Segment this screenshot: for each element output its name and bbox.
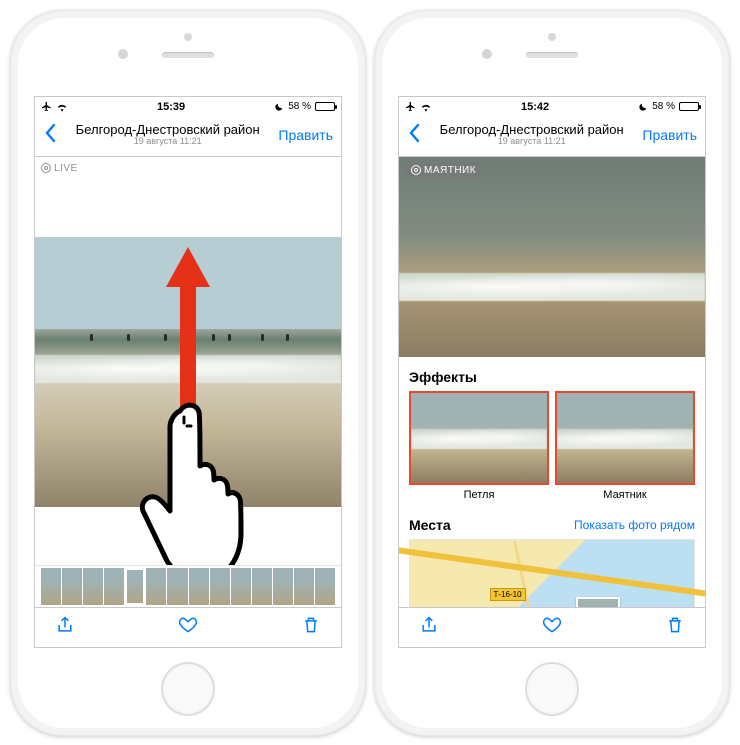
live-badge: LIVE — [41, 163, 78, 174]
photo-strip[interactable] — [35, 565, 341, 607]
live-icon — [411, 165, 421, 175]
screen-left: 15:39 58 % Белгород-Днестровский район 1… — [34, 96, 342, 648]
strip-thumb[interactable] — [167, 568, 187, 605]
strip-thumb[interactable] — [294, 568, 314, 605]
favorite-icon[interactable] — [178, 615, 198, 640]
effect-label: Маятник — [555, 489, 695, 501]
wifi-icon — [56, 102, 68, 112]
edit-button[interactable]: Править — [642, 127, 697, 143]
speaker — [526, 52, 578, 58]
page-subtitle: 19 августа 11:21 — [421, 137, 642, 147]
front-camera — [118, 49, 128, 59]
strip-thumb[interactable] — [189, 568, 209, 605]
trash-icon[interactable] — [665, 615, 685, 640]
strip-thumb[interactable] — [273, 568, 293, 605]
clock: 15:39 — [157, 101, 185, 113]
favorite-icon[interactable] — [542, 615, 562, 640]
effect-badge: МАЯТНИК — [405, 163, 482, 178]
strip-thumb[interactable] — [62, 568, 82, 605]
back-button[interactable] — [43, 123, 57, 148]
iphone-left: 15:39 58 % Белгород-Днестровский район 1… — [10, 10, 366, 736]
battery-percent: 58 % — [652, 101, 675, 112]
trash-icon[interactable] — [301, 615, 321, 640]
strip-thumb[interactable] — [83, 568, 103, 605]
status-bar: 15:42 58 % — [399, 97, 705, 115]
sensor — [548, 33, 556, 41]
edit-button[interactable]: Править — [278, 127, 333, 143]
page-subtitle: 19 августа 11:21 — [57, 137, 278, 147]
nav-bar: Белгород-Днестровский район 19 августа 1… — [399, 115, 705, 157]
strip-thumb[interactable] — [41, 568, 61, 605]
map[interactable]: Т-16-10 — [409, 539, 695, 607]
battery-icon — [679, 102, 699, 111]
battery-icon — [315, 102, 335, 111]
front-camera — [482, 49, 492, 59]
road-label: Т-16-10 — [490, 588, 526, 601]
strip-thumb[interactable] — [315, 568, 335, 605]
photo-viewer[interactable]: LIVE — [35, 157, 341, 565]
home-button[interactable] — [161, 662, 215, 716]
speaker — [162, 52, 214, 58]
dnd-moon-icon — [638, 102, 648, 112]
page-title: Белгород-Днестровский район — [421, 123, 642, 137]
wifi-icon — [420, 102, 432, 112]
effect-loop[interactable]: Петля — [409, 391, 549, 501]
effect-bounce[interactable]: Маятник — [555, 391, 695, 501]
airplane-icon — [41, 101, 52, 112]
photo-preview[interactable]: МАЯТНИК — [399, 157, 705, 357]
strip-thumb[interactable] — [146, 568, 166, 605]
strip-thumb[interactable] — [231, 568, 251, 605]
airplane-icon — [405, 101, 416, 112]
sensor — [184, 33, 192, 41]
effect-label: Петля — [409, 489, 549, 501]
live-icon — [41, 163, 51, 173]
back-button[interactable] — [407, 123, 421, 148]
page-title: Белгород-Днестровский район — [57, 123, 278, 137]
strip-thumb[interactable] — [104, 568, 124, 605]
bottom-toolbar — [35, 607, 341, 647]
strip-thumb-current[interactable] — [125, 568, 145, 605]
effects-heading: Эффекты — [409, 369, 477, 385]
share-icon[interactable] — [55, 615, 75, 640]
strip-thumb[interactable] — [252, 568, 272, 605]
home-button[interactable] — [525, 662, 579, 716]
battery-percent: 58 % — [288, 101, 311, 112]
places-heading: Места — [409, 517, 451, 533]
pointing-hand-icon — [128, 397, 248, 565]
strip-thumb[interactable] — [210, 568, 230, 605]
photo-details[interactable]: МАЯТНИК Эффекты Петля — [399, 157, 705, 607]
nav-bar: Белгород-Днестровский район 19 августа 1… — [35, 115, 341, 157]
iphone-right: 15:42 58 % Белгород-Днестровский район 1… — [374, 10, 730, 736]
share-icon[interactable] — [419, 615, 439, 640]
show-nearby-link[interactable]: Показать фото рядом — [574, 518, 695, 532]
screen-right: 15:42 58 % Белгород-Днестровский район 1… — [398, 96, 706, 648]
map-photo-pin[interactable] — [576, 597, 620, 607]
swipe-up-arrow-icon — [166, 247, 210, 417]
bottom-toolbar — [399, 607, 705, 647]
effects-row[interactable]: Петля Маятник — [409, 391, 695, 501]
status-bar: 15:39 58 % — [35, 97, 341, 115]
dnd-moon-icon — [274, 102, 284, 112]
clock: 15:42 — [521, 101, 549, 113]
